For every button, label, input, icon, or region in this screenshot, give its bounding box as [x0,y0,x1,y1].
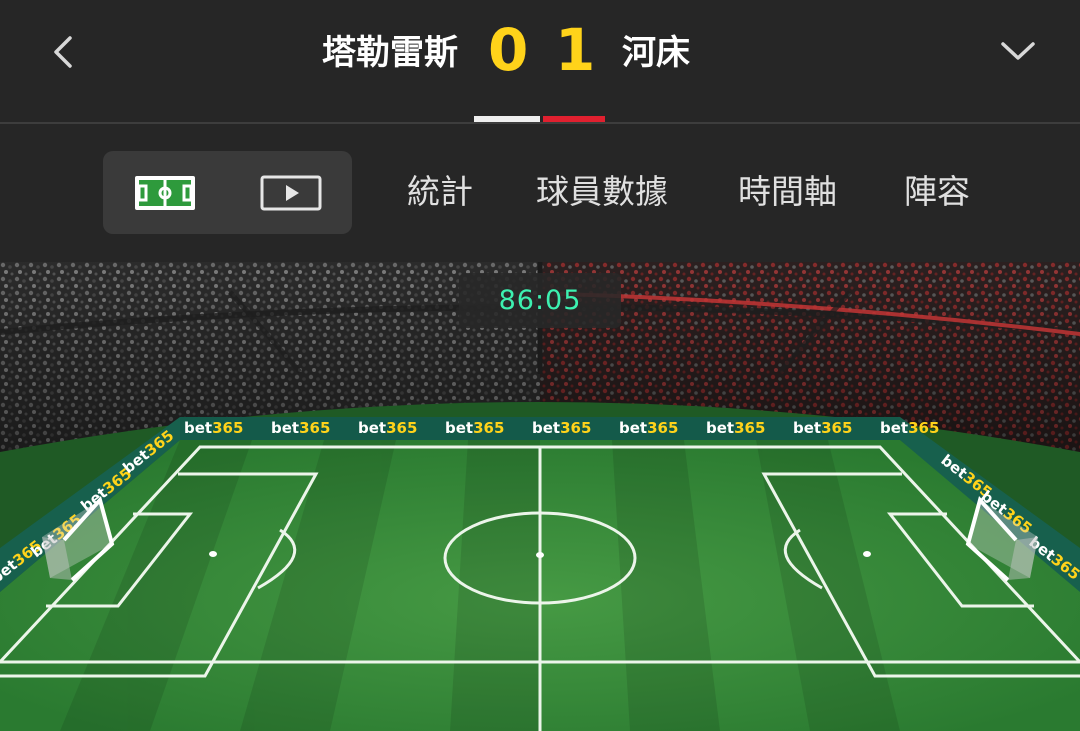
match-tab-bar: 統計 球員數據 時間軸 陣容 [0,124,1080,262]
away-team-color-bar [543,116,605,122]
match-clock: 86:05 [459,273,621,328]
home-team-name: 塔勒雷斯 [322,33,458,73]
sponsor-logo: bet365 [880,419,939,437]
home-team-color-bar [474,116,540,122]
home-score: 0 [488,16,529,84]
sponsor-logo: bet365 [184,419,243,437]
tab-player-stats[interactable]: 球員數據 [536,170,668,214]
tab-timeline[interactable]: 時間軸 [738,170,837,214]
pitch-icon [135,176,195,210]
collapse-button[interactable] [994,28,1042,76]
sponsor-logo: bet365 [532,419,591,437]
sponsor-logo: bet365 [271,419,330,437]
chevron-left-icon [54,36,72,68]
away-team-name: 河床 [622,33,690,73]
play-video-icon [260,175,322,211]
tab-lineup[interactable]: 陣容 [904,170,970,214]
sponsor-logo: bet365 [358,419,417,437]
match-header: 塔勒雷斯 0 1 河床 [0,0,1080,124]
sponsor-logo: bet365 [793,419,852,437]
chevron-down-icon [1001,42,1035,60]
stadium-graphic: bet365 bet365 bet365 bet365 bet365 bet365 bet3… [0,262,1080,731]
ad-board-far: bet365 bet365 bet365 bet365 bet365 bet365 bet3… [184,419,939,437]
back-button[interactable] [40,28,88,76]
video-view-button[interactable] [259,174,323,212]
sponsor-logo: bet365 [445,419,504,437]
view-toggle [103,151,352,234]
sponsor-logo: bet365 [706,419,765,437]
sponsor-logo: bet365 [619,419,678,437]
away-score: 1 [555,16,596,84]
pitch-view-button[interactable] [133,174,197,212]
pitch-visualization: bet365 bet365 bet365 bet365 bet365 bet365 bet3… [0,262,1080,731]
tab-stats[interactable]: 統計 [407,170,473,214]
match-tracker-screen: 塔勒雷斯 0 1 河床 統計 球員數據 時間軸 陣容 bet365 bet365… [0,0,1080,731]
